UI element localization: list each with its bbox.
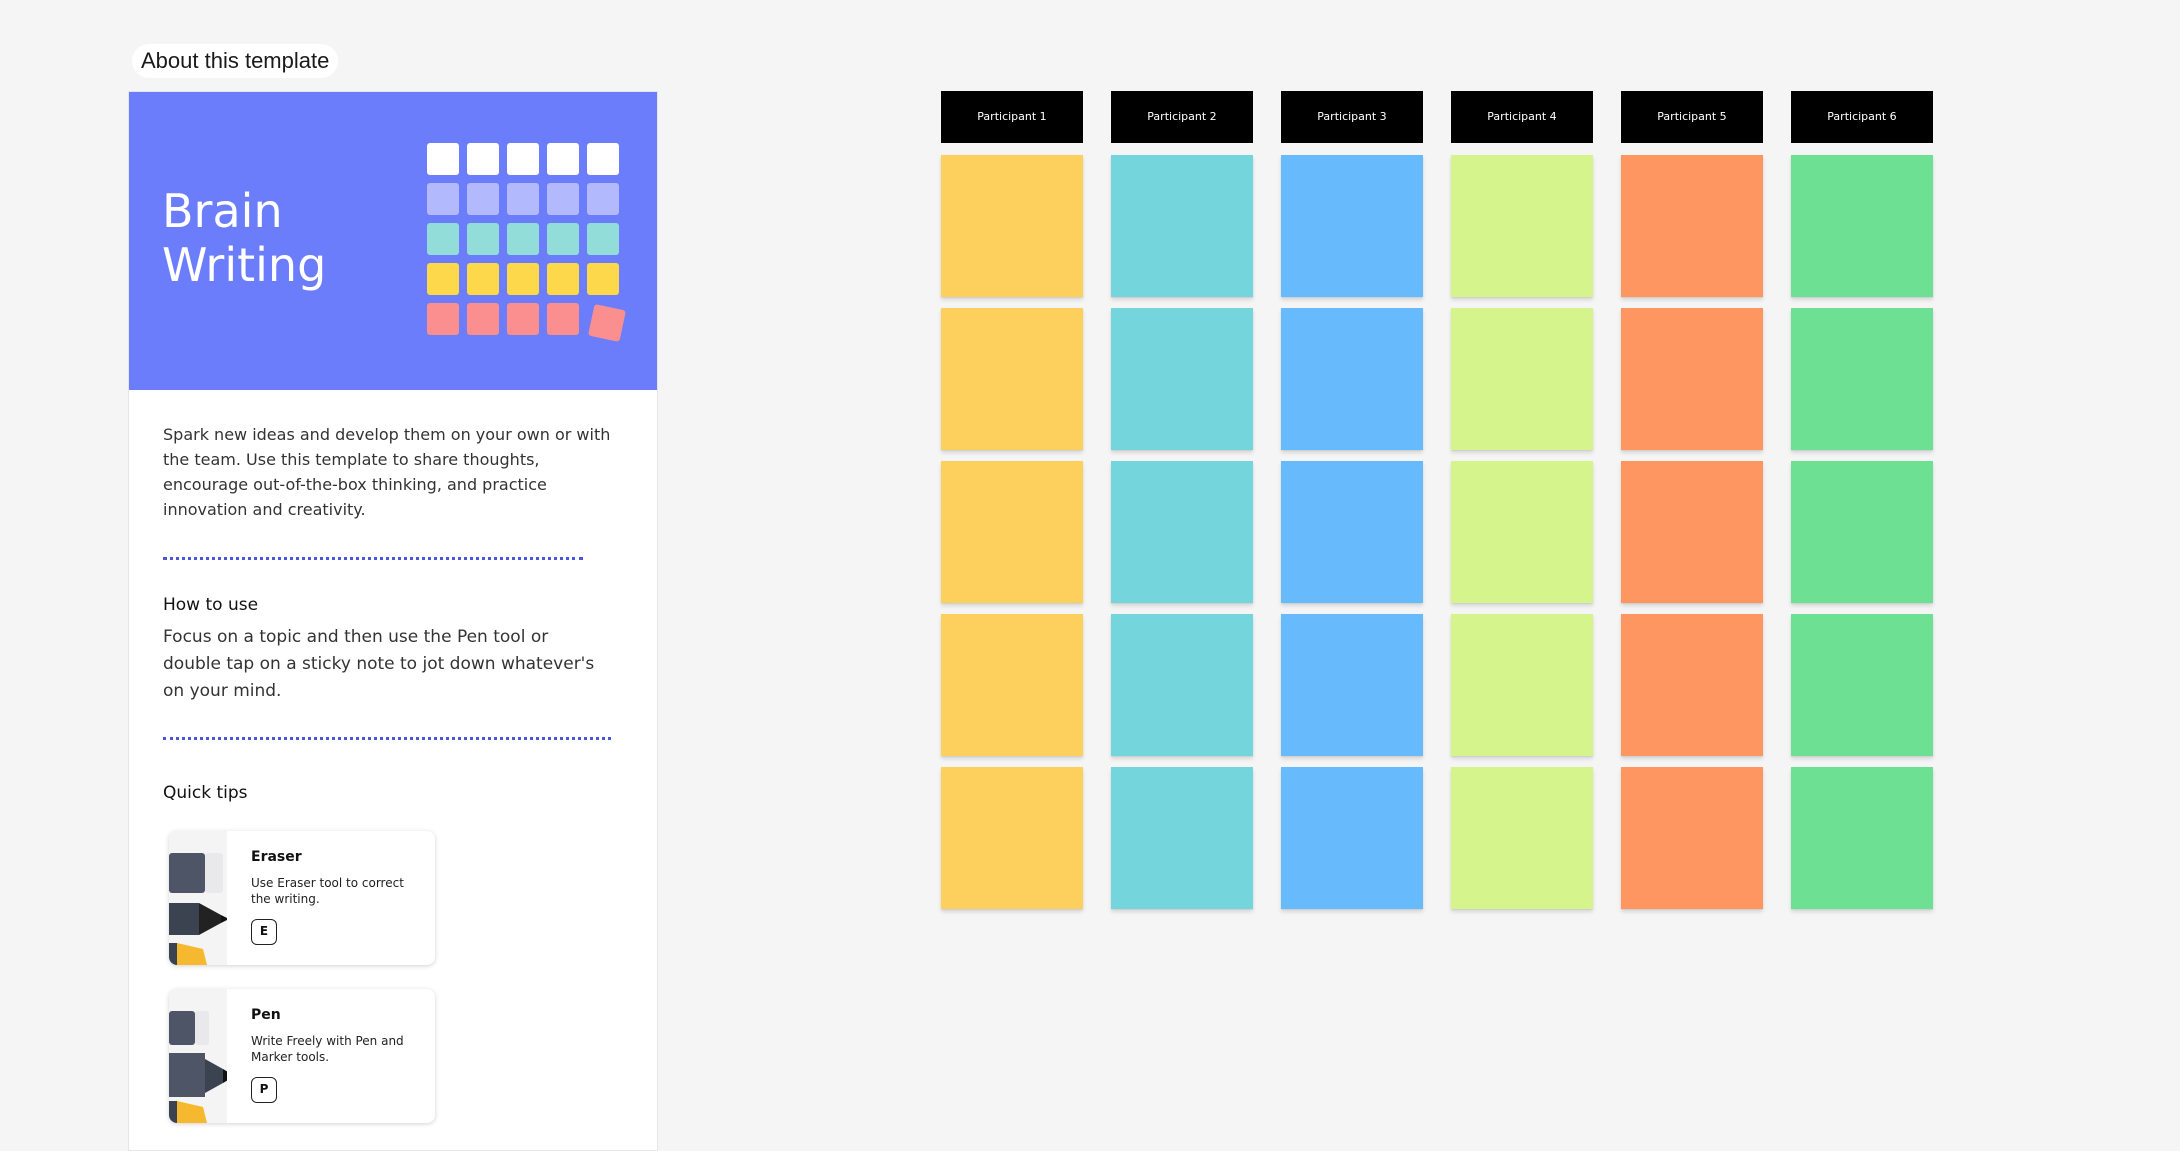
illustration-square [587,223,619,255]
illustration-square [467,143,499,175]
template-description: Spark new ideas and develop them on your… [163,425,611,519]
participant-header[interactable]: Participant 4 [1451,91,1593,143]
illustration-square [587,263,619,295]
illustration-square [427,143,459,175]
illustration-square [587,183,619,215]
keyboard-shortcut-badge: E [251,919,277,945]
sticky-note[interactable] [1791,461,1933,603]
participant-header[interactable]: Participant 3 [1281,91,1423,143]
participant-header[interactable]: Participant 5 [1621,91,1763,143]
template-info-panel: Brain Writing Spark new ideas and develo… [128,91,658,1151]
brain-writing-board: Participant 1 Participant 2 Participant 3 P… [941,91,1935,909]
illustration-square [547,143,579,175]
illustration-square [427,183,459,215]
sticky-note[interactable] [1621,308,1763,450]
illustration-square [427,263,459,295]
sticky-note[interactable] [1621,461,1763,603]
sticky-note[interactable] [1621,767,1763,909]
illustration-square [547,303,579,335]
tip-description: Use Eraser tool to correct the writing. [251,876,404,906]
illustration-square [427,303,459,335]
participant-header[interactable]: Participant 1 [941,91,1083,143]
about-template-button[interactable]: About this template [132,44,339,78]
brain-writing-illustration [427,143,627,343]
template-hero-banner: Brain Writing [129,92,657,390]
how-to-use-title: How to use [163,595,259,615]
sticky-note[interactable] [1111,308,1253,450]
section-divider [163,737,611,740]
sticky-note[interactable] [1621,614,1763,756]
sticky-note[interactable] [1281,614,1423,756]
tip-card-pen[interactable]: Pen Write Freely with Pen and Marker too… [169,989,435,1123]
sticky-note[interactable] [1281,155,1423,297]
sticky-note[interactable] [1621,155,1763,297]
illustration-square [467,223,499,255]
keyboard-shortcut-badge: P [251,1077,277,1103]
eraser-icon [169,831,227,965]
illustration-square [467,263,499,295]
sticky-note[interactable] [941,308,1083,450]
sticky-note[interactable] [1451,308,1593,450]
sticky-note[interactable] [1451,155,1593,297]
sticky-note[interactable] [941,614,1083,756]
illustration-square [547,263,579,295]
template-title: Brain Writing [162,184,327,292]
section-divider [163,557,583,560]
sticky-note[interactable] [1111,155,1253,297]
illustration-square [507,143,539,175]
tip-title: Eraser [251,849,302,865]
participant-header[interactable]: Participant 2 [1111,91,1253,143]
sticky-note[interactable] [1281,767,1423,909]
sticky-note[interactable] [941,767,1083,909]
illustration-square [507,263,539,295]
illustration-square [467,303,499,335]
sticky-note[interactable] [1791,308,1933,450]
tip-description: Write Freely with Pen and Marker tools. [251,1034,404,1064]
sticky-note[interactable] [1791,614,1933,756]
tip-title: Pen [251,1007,281,1023]
quick-tips-title: Quick tips [163,783,248,803]
sticky-note[interactable] [1111,461,1253,603]
participant-header[interactable]: Participant 6 [1791,91,1933,143]
illustration-square [467,183,499,215]
illustration-square [587,143,619,175]
sticky-note[interactable] [1111,614,1253,756]
sticky-note[interactable] [941,461,1083,603]
sticky-note[interactable] [1791,155,1933,297]
sticky-note[interactable] [1451,614,1593,756]
illustration-square [547,183,579,215]
illustration-square [427,223,459,255]
illustration-square [588,304,626,342]
illustration-square [507,183,539,215]
sticky-note[interactable] [941,155,1083,297]
pen-icon [169,989,227,1123]
illustration-square [547,223,579,255]
illustration-square [507,303,539,335]
illustration-square [507,223,539,255]
sticky-note[interactable] [1791,767,1933,909]
sticky-note[interactable] [1281,308,1423,450]
tip-card-eraser[interactable]: Eraser Use Eraser tool to correct the wr… [169,831,435,965]
sticky-note[interactable] [1451,767,1593,909]
sticky-note[interactable] [1281,461,1423,603]
sticky-note[interactable] [1451,461,1593,603]
sticky-note[interactable] [1111,767,1253,909]
how-to-use-body: Focus on a topic and then use the Pen to… [163,627,595,701]
